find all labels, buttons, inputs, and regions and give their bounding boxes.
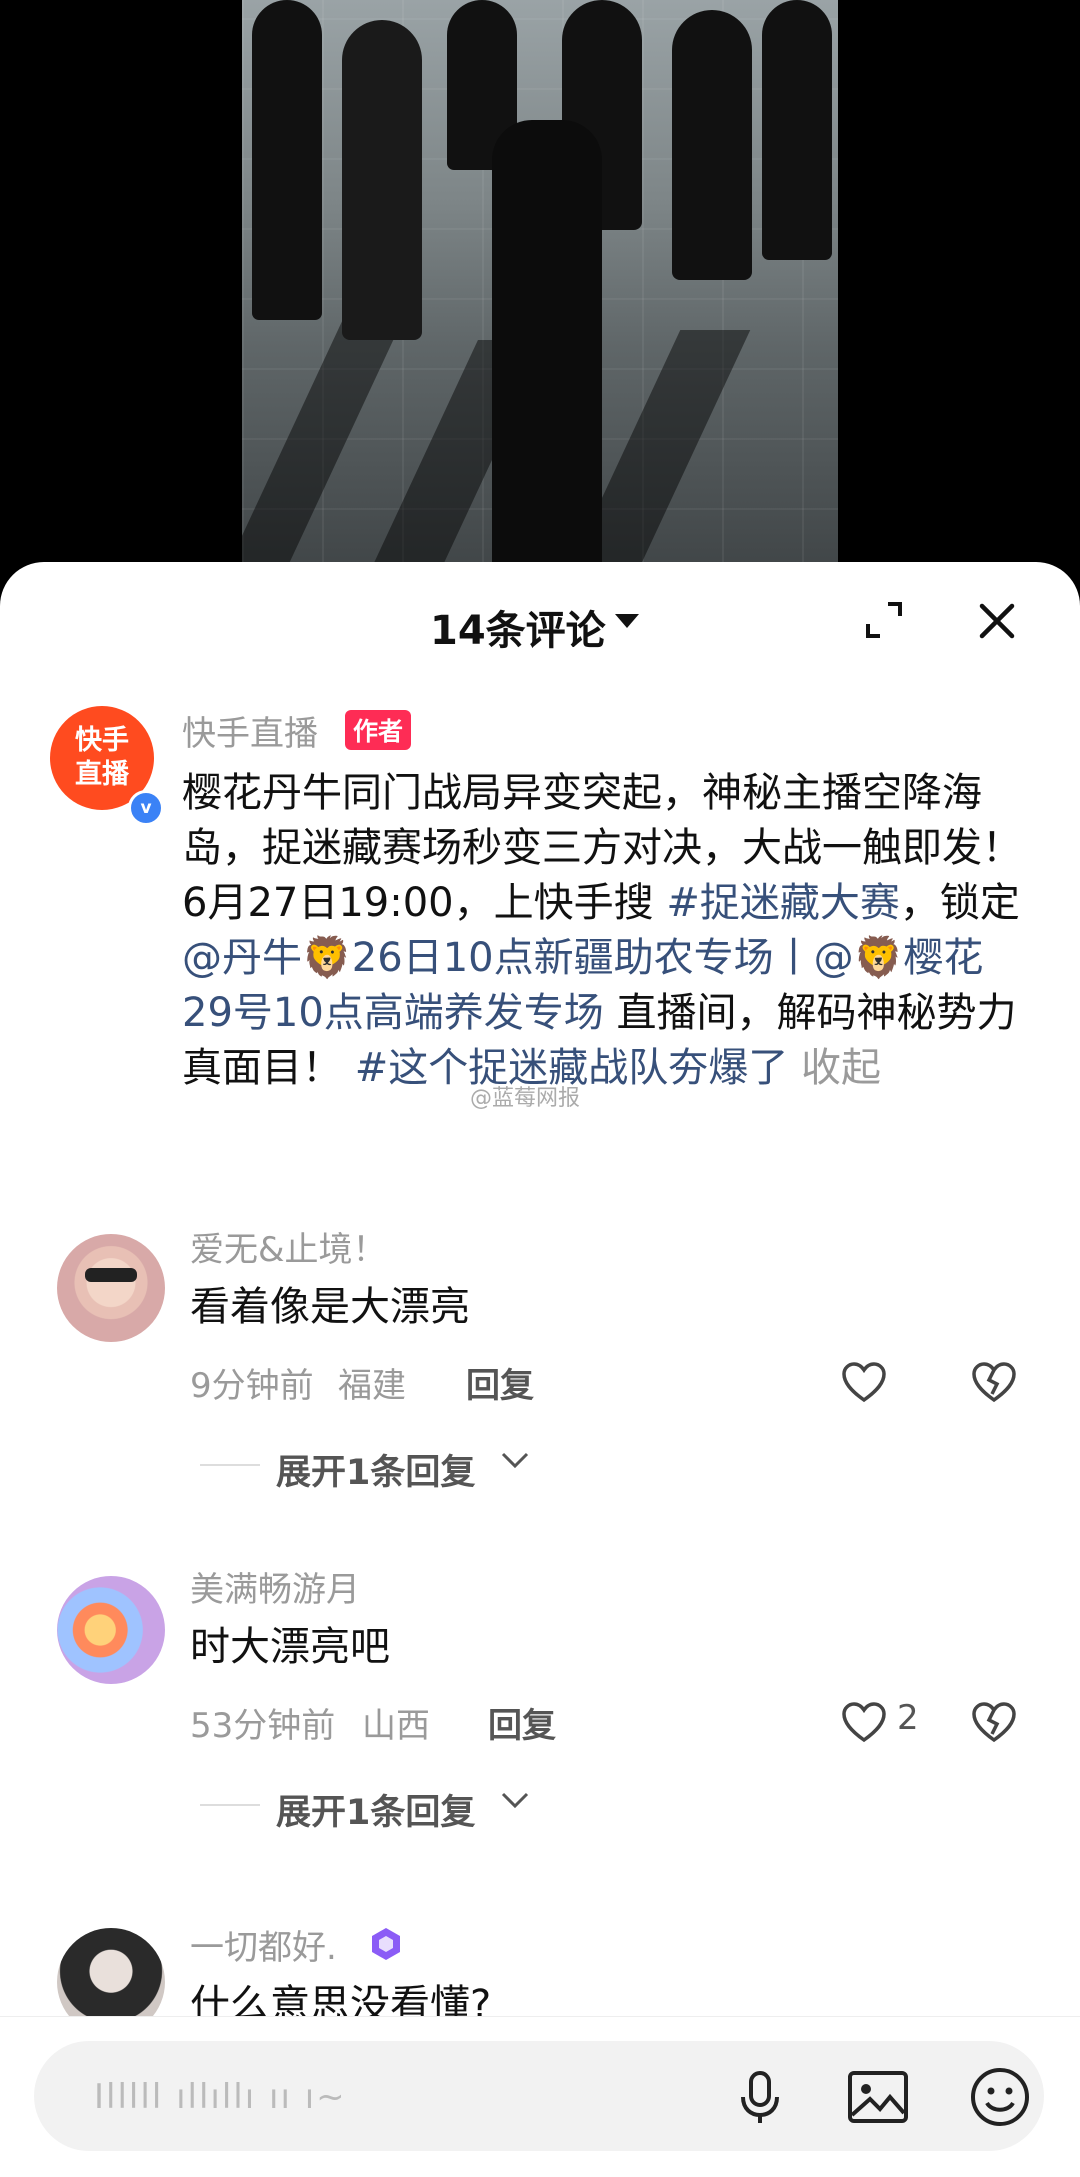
comment-input[interactable]: Illlll ıllıllı ıı ı~ xyxy=(34,2041,1044,2151)
broken-heart-icon[interactable] xyxy=(970,1360,1018,1404)
collapse-link[interactable]: 收起 xyxy=(788,1045,881,1091)
avatar[interactable] xyxy=(57,1576,165,1684)
sheet-header: 14条评论 xyxy=(0,562,1080,682)
comment-count-title[interactable]: 14条评论 xyxy=(430,598,606,656)
heart-icon[interactable] xyxy=(840,1700,888,1744)
avatar-text-line2: 直播 xyxy=(75,759,129,790)
author-name[interactable]: 快手直播 xyxy=(182,706,318,755)
chevron-down-icon xyxy=(501,1792,529,1809)
close-icon[interactable] xyxy=(976,600,1018,642)
chevron-down-icon xyxy=(501,1452,529,1469)
video-player[interactable] xyxy=(0,0,1080,580)
commenter-name[interactable]: 美满畅游月 xyxy=(190,1562,360,1611)
comment-sheet: 14条评论 快手 直播 v 快手直播 作者 樱花丹牛同门战局异变突起，神秘主播空… xyxy=(0,562,1080,2176)
comment-input-bar: Illlll ıllıllı ıı ı~ xyxy=(0,2016,1080,2177)
reply-button[interactable]: 回复 xyxy=(488,1698,556,1747)
commenter-name[interactable]: 一切都好. xyxy=(190,1920,337,1969)
avatar-text-line1: 快手 xyxy=(75,725,129,756)
avatar[interactable] xyxy=(57,1234,165,1342)
microphone-icon[interactable] xyxy=(730,2067,790,2127)
broken-heart-icon[interactable] xyxy=(970,1700,1018,1744)
comment-text[interactable]: 看着像是大漂亮 xyxy=(190,1274,470,1332)
emoji-icon[interactable] xyxy=(968,2065,1032,2129)
comment-text[interactable]: 时大漂亮吧 xyxy=(190,1614,390,1672)
level-badge-icon xyxy=(372,1928,400,1960)
expand-replies-label[interactable]: 展开1条回复 xyxy=(276,1784,475,1835)
video-frame xyxy=(242,0,838,580)
hashtag-link[interactable]: #捉迷藏大赛 xyxy=(666,880,900,926)
verified-icon: v xyxy=(128,790,164,826)
watermark: @蓝莓网报 xyxy=(470,1086,581,1111)
heart-icon[interactable] xyxy=(840,1360,888,1404)
commenter-name[interactable]: 爱无&止境！ xyxy=(190,1222,387,1271)
comment-time: 9分钟前 xyxy=(190,1366,314,1406)
reply-button[interactable]: 回复 xyxy=(466,1358,534,1407)
comment-location: 福建 xyxy=(338,1366,406,1406)
comment-time: 53分钟前 xyxy=(190,1706,336,1746)
comment-location: 山西 xyxy=(362,1706,430,1746)
expand-replies-label[interactable]: 展开1条回复 xyxy=(276,1444,475,1495)
image-icon[interactable] xyxy=(846,2067,910,2127)
expand-icon[interactable] xyxy=(864,600,904,640)
like-count: 2 xyxy=(897,1698,919,1738)
input-placeholder: Illlll ıllıllı ıı ı~ xyxy=(94,2077,347,2117)
author-tag: 作者 xyxy=(345,710,412,750)
author-post-text: 樱花丹牛同门战局异变突起，神秘主播空降海岛，捉迷藏赛场秒变三方对决，大战一触即发… xyxy=(182,770,1022,1091)
sort-dropdown-icon[interactable] xyxy=(615,614,639,628)
